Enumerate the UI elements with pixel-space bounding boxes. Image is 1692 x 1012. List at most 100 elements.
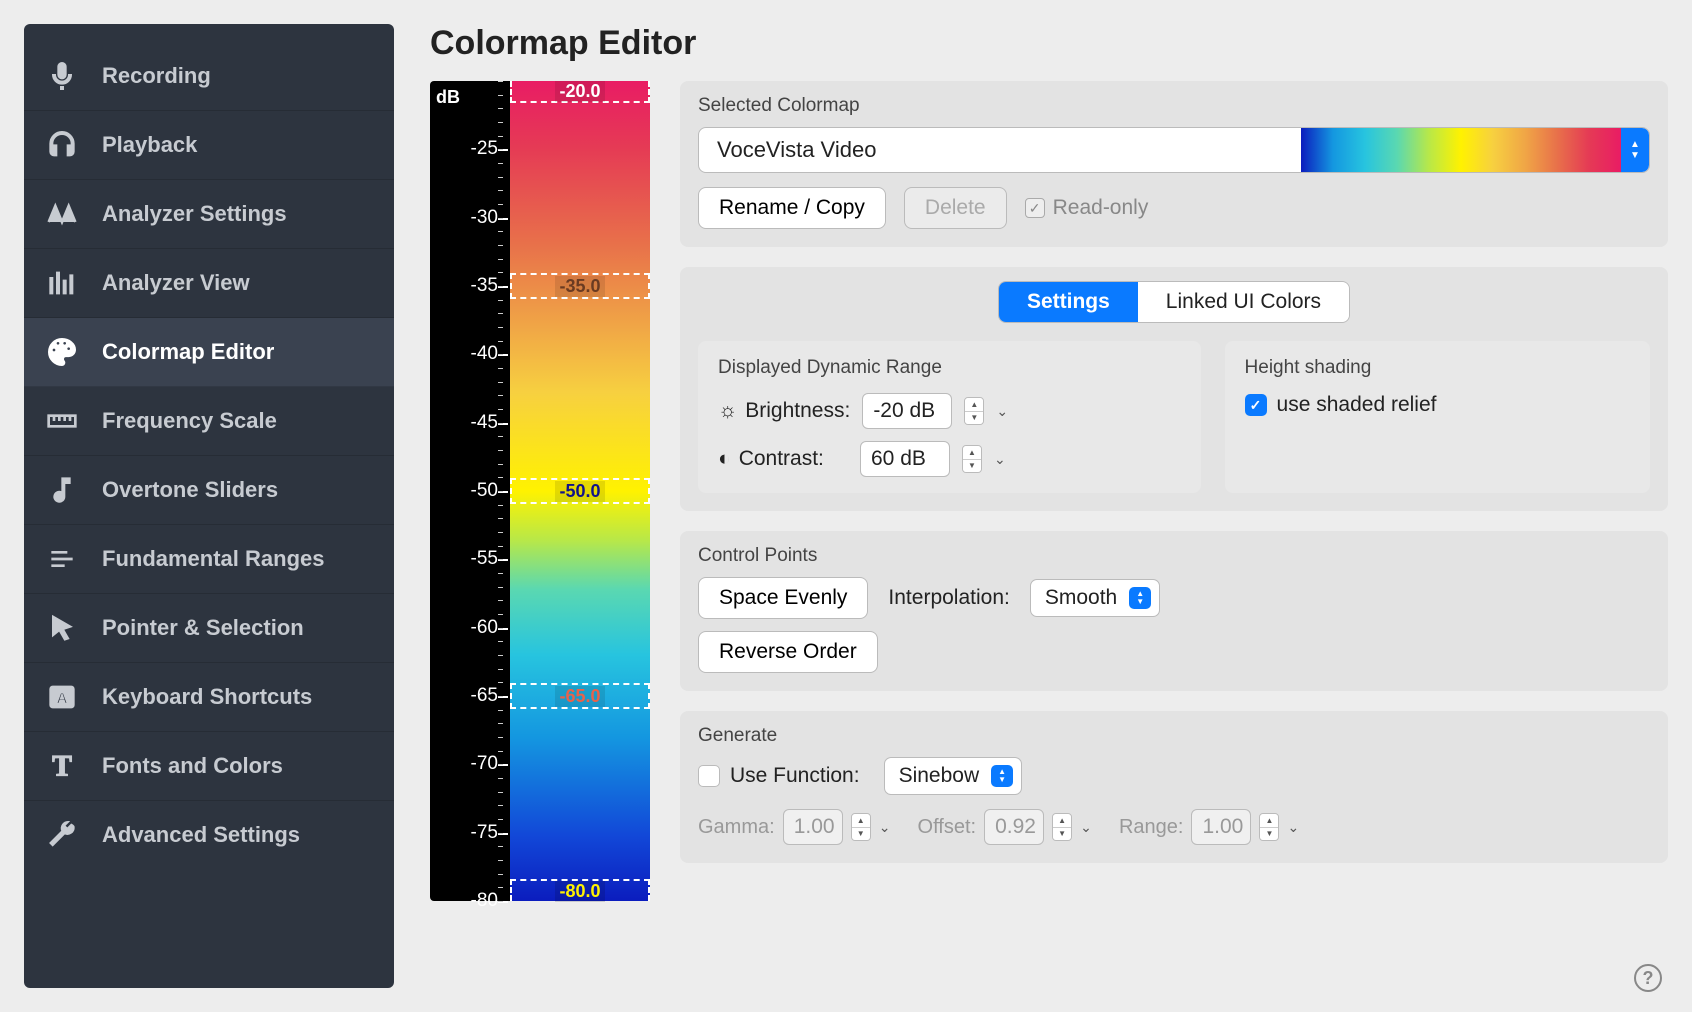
use-shaded-relief-label: use shaded relief: [1277, 393, 1437, 417]
sidebar-item-label: Fonts and Colors: [102, 753, 283, 779]
sidebar-item-label: Advanced Settings: [102, 822, 300, 848]
chevron-down-icon[interactable]: ⌄: [994, 451, 1006, 468]
interpolation-select[interactable]: Smooth ▲▼: [1030, 579, 1160, 617]
gamma-label: Gamma:: [698, 816, 775, 839]
bars-icon: [46, 267, 78, 299]
function-select[interactable]: Sinebow ▲▼: [884, 757, 1023, 795]
offset-input: 0.92: [984, 809, 1044, 845]
sidebar-item-label: Analyzer View: [102, 270, 250, 296]
sidebar-item-label: Playback: [102, 132, 197, 158]
wrench-icon: [46, 819, 78, 851]
tab-settings[interactable]: Settings: [999, 282, 1138, 322]
chevron-updown-icon: ▲▼: [1129, 587, 1151, 609]
selected-colormap-label: Selected Colormap: [698, 95, 1650, 117]
lines-icon: [46, 543, 78, 575]
sidebar-item-label: Colormap Editor: [102, 339, 274, 365]
colormap-select[interactable]: VoceVista Video ▲▼: [698, 127, 1650, 173]
tab-linked-ui-colors[interactable]: Linked UI Colors: [1138, 282, 1349, 322]
control-points-panel: Control Points Space Evenly Interpolatio…: [680, 531, 1668, 691]
use-shaded-relief-checkbox[interactable]: ✓ use shaded relief: [1245, 393, 1630, 417]
contrast-stepper[interactable]: ▲▼: [962, 445, 982, 473]
settings-panel: Settings Linked UI Colors Displayed Dyna…: [680, 267, 1668, 511]
sidebar-item-playback[interactable]: Playback: [24, 111, 394, 180]
offset-stepper: ▲▼: [1052, 813, 1072, 841]
range-label: Range:: [1119, 816, 1184, 839]
checkmark-icon: ✓: [1025, 198, 1045, 218]
gamma-stepper: ▲▼: [851, 813, 871, 841]
chevron-down-icon: ⌄: [879, 819, 891, 836]
chevron-updown-icon: ▲▼: [991, 765, 1013, 787]
brightness-stepper[interactable]: ▲▼: [964, 397, 984, 425]
sidebar-item-overtone-sliders[interactable]: Overtone Sliders: [24, 456, 394, 525]
generate-panel: Generate Use Function: Sinebow ▲▼ Gamma:: [680, 711, 1668, 863]
colormap-preview-bar[interactable]: dB -25-30-35-40-45-50-55-60-65-70-75-80 …: [430, 81, 650, 901]
sidebar-item-frequency-scale[interactable]: Frequency Scale: [24, 387, 394, 456]
sidebar-item-label: Analyzer Settings: [102, 201, 287, 227]
sidebar-item-fonts-colors[interactable]: T Fonts and Colors: [24, 732, 394, 801]
interpolation-label: Interpolation:: [888, 586, 1009, 610]
sidebar-item-label: Overtone Sliders: [102, 477, 278, 503]
sidebar-item-pointer-selection[interactable]: Pointer & Selection: [24, 594, 394, 663]
dynamic-range-group: Displayed Dynamic Range ☼ Brightness: -2…: [698, 341, 1201, 493]
gradient-strip: [510, 81, 650, 901]
sun-icon: ☼: [718, 399, 737, 423]
contrast-icon: ◐: [718, 447, 731, 471]
interpolation-value: Smooth: [1045, 586, 1117, 610]
help-button[interactable]: ?: [1634, 964, 1662, 992]
checkmark-icon: ✓: [1245, 394, 1267, 416]
microphone-icon: [46, 60, 78, 92]
page-title: Colormap Editor: [430, 24, 1668, 63]
chevron-down-icon[interactable]: ⌄: [996, 403, 1008, 420]
sidebar: Recording Playback Analyzer Settings Ana…: [24, 24, 394, 988]
range-input: 1.00: [1191, 809, 1251, 845]
rename-copy-button[interactable]: Rename / Copy: [698, 187, 886, 229]
space-evenly-button[interactable]: Space Evenly: [698, 577, 868, 619]
function-value: Sinebow: [899, 764, 980, 788]
readonly-checkbox: ✓ Read-only: [1025, 196, 1149, 220]
colormap-name: VoceVista Video: [699, 137, 1301, 163]
brightness-label: ☼ Brightness:: [718, 399, 850, 423]
sidebar-item-analyzer-view[interactable]: Analyzer View: [24, 249, 394, 318]
reverse-order-button[interactable]: Reverse Order: [698, 631, 878, 673]
control-points-title: Control Points: [698, 545, 1650, 567]
delete-button: Delete: [904, 187, 1007, 229]
pointer-icon: [46, 612, 78, 644]
note-icon: [46, 474, 78, 506]
sidebar-item-label: Keyboard Shortcuts: [102, 684, 312, 710]
tab-group: Settings Linked UI Colors: [998, 281, 1350, 323]
use-function-checkbox[interactable]: Use Function:: [698, 764, 860, 788]
selected-colormap-panel: Selected Colormap VoceVista Video ▲▼ Ren…: [680, 81, 1668, 247]
sidebar-item-fundamental-ranges[interactable]: Fundamental Ranges: [24, 525, 394, 594]
headphones-icon: [46, 129, 78, 161]
chevron-down-icon: ⌄: [1080, 819, 1092, 836]
sidebar-item-recording[interactable]: Recording: [24, 42, 394, 111]
contrast-label: ◐ Contrast:: [718, 447, 848, 471]
offset-label: Offset:: [918, 816, 977, 839]
sidebar-item-label: Fundamental Ranges: [102, 546, 324, 572]
use-function-label: Use Function:: [730, 764, 860, 788]
colormap-preview-swatch: [1301, 128, 1621, 172]
checkbox-empty-icon: [698, 765, 720, 787]
range-stepper: ▲▼: [1259, 813, 1279, 841]
ruler-icon: [46, 405, 78, 437]
sidebar-item-analyzer-settings[interactable]: Analyzer Settings: [24, 180, 394, 249]
sidebar-item-label: Recording: [102, 63, 211, 89]
height-shading-title: Height shading: [1245, 357, 1630, 379]
key-a-icon: A: [46, 681, 78, 713]
sidebar-item-label: Frequency Scale: [102, 408, 277, 434]
dynamic-range-title: Displayed Dynamic Range: [718, 357, 1181, 379]
generate-title: Generate: [698, 725, 1650, 747]
wave-icon: [46, 198, 78, 230]
sidebar-item-label: Pointer & Selection: [102, 615, 304, 641]
sidebar-item-colormap-editor[interactable]: Colormap Editor: [24, 318, 394, 387]
brightness-input[interactable]: -20 dB: [862, 393, 952, 429]
chevron-updown-icon: ▲▼: [1621, 128, 1649, 172]
sidebar-item-advanced-settings[interactable]: Advanced Settings: [24, 801, 394, 869]
contrast-input[interactable]: 60 dB: [860, 441, 950, 477]
palette-icon: [46, 336, 78, 368]
tick-labels: -25-30-35-40-45-50-55-60-65-70-75-80: [444, 81, 498, 901]
chevron-down-icon: ⌄: [1287, 819, 1299, 836]
tick-marks: [498, 81, 510, 901]
sidebar-item-keyboard-shortcuts[interactable]: A Keyboard Shortcuts: [24, 663, 394, 732]
text-t-icon: T: [46, 750, 78, 782]
